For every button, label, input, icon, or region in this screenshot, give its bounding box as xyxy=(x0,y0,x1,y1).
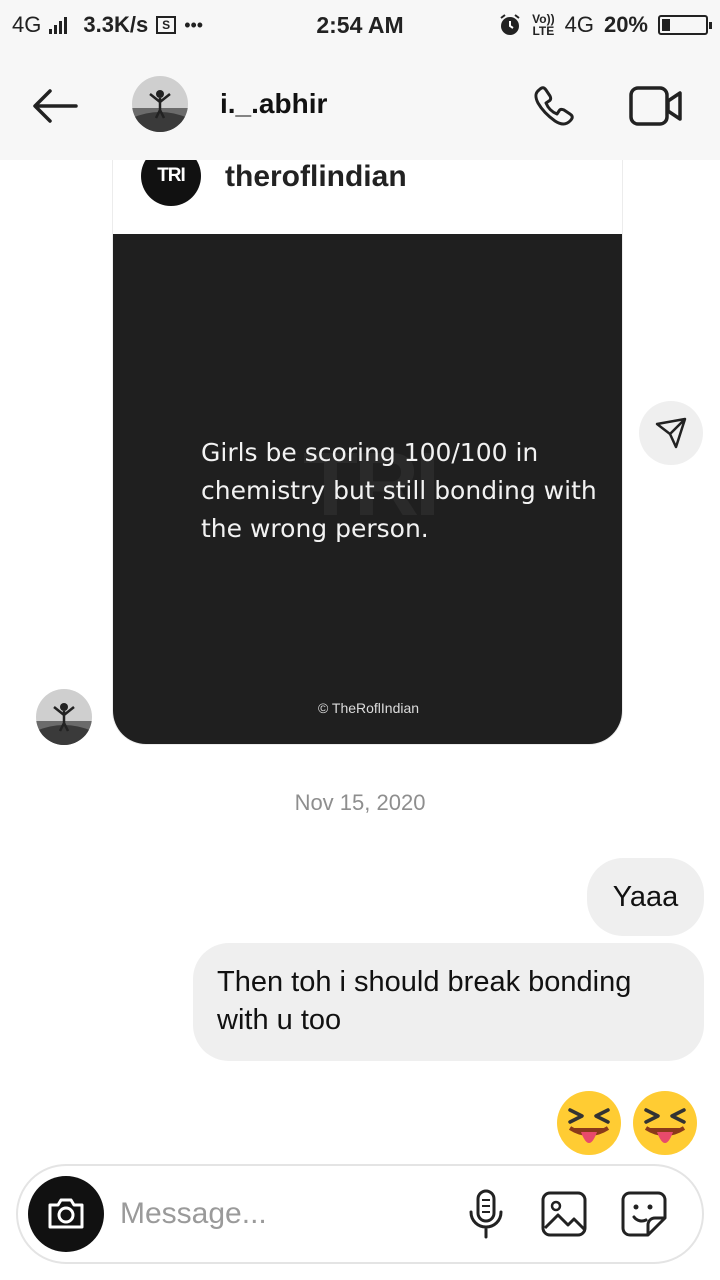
sticker-icon xyxy=(621,1191,667,1237)
gallery-button[interactable] xyxy=(540,1190,588,1238)
chat-username[interactable]: i._.abhir xyxy=(220,88,327,120)
camera-icon xyxy=(48,1198,84,1229)
voice-call-button[interactable] xyxy=(530,82,580,132)
volte-indicator: Vo)) LTE xyxy=(532,13,554,37)
shared-post-header[interactable]: TRI theroflindian xyxy=(113,160,622,234)
emoji-message[interactable] xyxy=(554,1088,700,1158)
shared-post-card[interactable]: TRI theroflindian TRI Girls be scoring 1… xyxy=(112,160,623,745)
shared-post-logo: TRI xyxy=(141,160,201,206)
camera-button[interactable] xyxy=(28,1176,104,1252)
shared-post-image[interactable]: TRI Girls be scoring 100/100 in chemistr… xyxy=(113,234,622,744)
message-bubble[interactable]: Then toh i should break bonding with u t… xyxy=(193,943,704,1061)
alarm-icon xyxy=(500,14,520,35)
squinting-face-with-tongue-icon xyxy=(557,1091,621,1155)
share-button[interactable] xyxy=(639,401,703,465)
image-icon xyxy=(541,1191,587,1237)
message-input[interactable] xyxy=(120,1192,440,1236)
voice-message-button[interactable] xyxy=(462,1188,510,1240)
microphone-icon xyxy=(469,1189,503,1239)
avatar-image xyxy=(36,689,92,745)
back-button[interactable] xyxy=(30,86,80,126)
avatar[interactable] xyxy=(132,76,188,132)
phone-icon xyxy=(534,86,574,126)
sticker-button[interactable] xyxy=(620,1190,668,1238)
status-right: Vo)) LTE 4G 20% xyxy=(498,12,712,38)
battery-fill xyxy=(662,19,670,31)
message-bubble[interactable]: Yaaa xyxy=(587,858,704,936)
chat-header: i._.abhir xyxy=(0,52,720,160)
date-separator: Nov 15, 2020 xyxy=(294,790,426,815)
battery-percent: 20% xyxy=(603,12,648,37)
arrow-left-icon xyxy=(33,89,78,123)
send-icon xyxy=(655,417,687,449)
avatar-image xyxy=(132,76,188,132)
message-composer xyxy=(16,1164,704,1264)
video-call-button[interactable] xyxy=(628,84,684,128)
video-camera-icon xyxy=(629,86,682,126)
post-caption: Girls be scoring 100/100 in chemistry bu… xyxy=(201,438,597,543)
battery-icon xyxy=(658,15,712,35)
shared-post-account[interactable]: theroflindian xyxy=(225,160,407,194)
network-right: 4G xyxy=(564,12,594,37)
squinting-face-with-tongue-icon xyxy=(633,1091,697,1155)
sender-avatar[interactable] xyxy=(36,689,92,745)
post-credit: © TheRoflIndian xyxy=(317,700,420,716)
volte-bottom: LTE xyxy=(532,24,555,38)
status-bar: 4G 3.3K/s S ••• 2:54 AM Vo)) LTE 4G 20% xyxy=(0,0,720,52)
